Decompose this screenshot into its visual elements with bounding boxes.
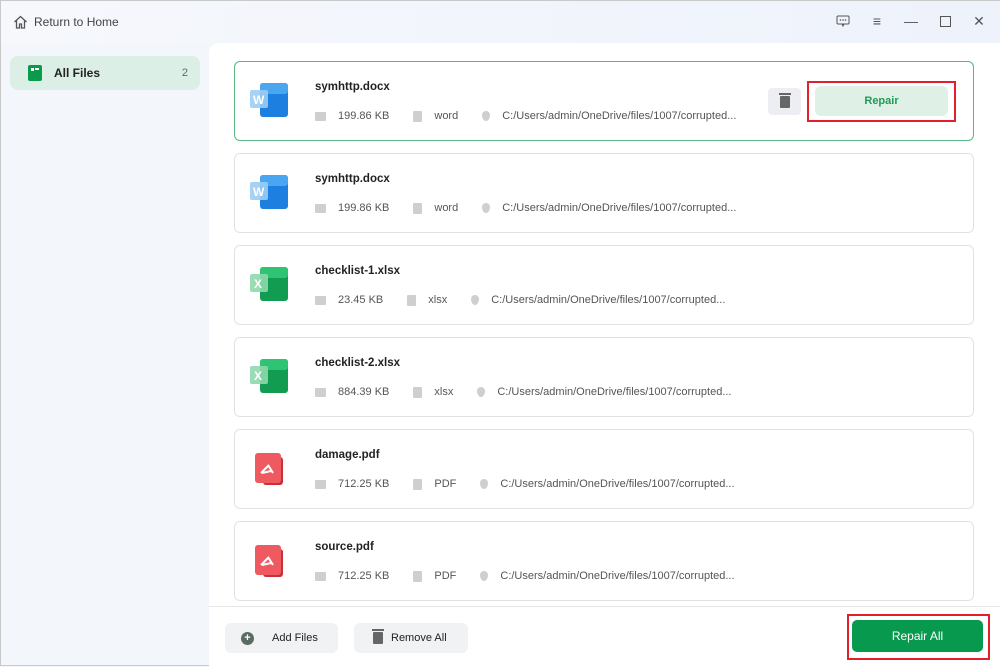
file-size: 199.86 KB [338,110,390,122]
file-type: word [434,110,459,122]
file-name: source.pdf [315,541,374,553]
file-type: PDF [434,570,457,582]
trash-icon [778,92,791,108]
word-file-icon: W [249,83,289,119]
folder-icon [315,387,326,397]
all-files-icon [28,65,42,81]
trash-icon [372,629,384,644]
file-path: C:/Users/admin/OneDrive/files/1007/corru… [491,294,726,306]
footer-bar: + Add Files Remove All Repair All [209,606,1000,667]
close-icon[interactable]: ✕ [971,13,987,29]
file-path: C:/Users/admin/OneDrive/files/1007/corru… [502,110,737,122]
file-type: word [434,202,459,214]
file-type: PDF [434,478,457,490]
sidebar-item-count: 2 [181,67,188,79]
sidebar: All Files 2 [1,43,209,667]
file-card[interactable]: X checklist-1.xlsx 23.45 KB xlsx C:/User… [234,245,974,325]
location-icon [482,111,491,121]
file-type-icon [413,386,423,398]
file-size: 884.39 KB [338,386,390,398]
title-bar: Return to Home ≡ — ✕ [1,1,1000,43]
minimize-icon[interactable]: — [903,13,919,29]
location-icon [480,479,489,489]
file-type-icon [413,570,423,582]
add-icon: + [241,631,254,645]
folder-icon [315,111,326,121]
repair-button[interactable]: Repair [815,86,948,116]
svg-text:X: X [254,369,262,383]
file-name: symhttp.docx [315,173,390,185]
pdf-file-icon [249,543,289,579]
maximize-icon[interactable] [937,13,953,29]
file-path: C:/Users/admin/OneDrive/files/1007/corru… [502,202,737,214]
file-size: 712.25 KB [338,478,390,490]
pdf-file-icon [249,451,289,487]
svg-text:W: W [253,93,265,107]
word-file-icon: W [249,175,289,211]
remove-all-button[interactable]: Remove All [354,623,468,653]
repair-all-highlight: Repair All [847,614,990,660]
file-type-icon [413,478,423,490]
file-type-icon [407,294,417,306]
file-size: 199.86 KB [338,202,390,214]
file-size: 23.45 KB [338,294,384,306]
location-icon [477,387,486,397]
sidebar-item-label: All Files [54,66,101,80]
excel-file-icon: X [249,267,289,303]
feedback-icon[interactable] [835,13,851,29]
file-type-icon [413,202,423,214]
file-card[interactable]: source.pdf 712.25 KB PDF C:/Users/admin/… [234,521,974,601]
return-to-home-button[interactable]: Return to Home [13,15,119,29]
file-list-panel: W symhttp.docx 199.86 KB word C:/Users/a… [209,43,1000,667]
file-name: symhttp.docx [315,81,390,93]
menu-icon[interactable]: ≡ [869,13,885,29]
location-icon [482,203,491,213]
file-card[interactable]: X checklist-2.xlsx 884.39 KB xlsx C:/Use… [234,337,974,417]
repair-highlight: Repair [807,81,956,122]
file-type: xlsx [434,386,454,398]
folder-icon [315,571,326,581]
location-icon [480,571,489,581]
file-name: checklist-1.xlsx [315,265,401,277]
excel-file-icon: X [249,359,289,395]
add-files-button[interactable]: + Add Files [225,623,338,653]
file-type-icon [413,110,423,122]
file-size: 712.25 KB [338,570,390,582]
remove-all-label: Remove All [391,632,447,644]
location-icon [471,295,480,305]
return-to-home-label: Return to Home [34,15,119,29]
repair-all-button[interactable]: Repair All [852,620,983,652]
file-card[interactable]: W symhttp.docx 199.86 KB word C:/Users/a… [234,61,974,141]
home-icon [14,15,27,29]
file-card[interactable]: damage.pdf 712.25 KB PDF C:/Users/admin/… [234,429,974,509]
file-path: C:/Users/admin/OneDrive/files/1007/corru… [500,570,735,582]
folder-icon [315,479,326,489]
svg-text:W: W [253,185,265,199]
delete-file-button[interactable] [768,88,801,115]
file-name: checklist-2.xlsx [315,357,401,369]
add-files-label: Add Files [272,632,318,644]
folder-icon [315,295,326,305]
sidebar-item-all-files[interactable]: All Files 2 [10,56,200,90]
file-type: xlsx [428,294,448,306]
file-path: C:/Users/admin/OneDrive/files/1007/corru… [500,478,735,490]
file-card[interactable]: W symhttp.docx 199.86 KB word C:/Users/a… [234,153,974,233]
folder-icon [315,203,326,213]
svg-text:X: X [254,277,262,291]
file-path: C:/Users/admin/OneDrive/files/1007/corru… [497,386,732,398]
file-name: damage.pdf [315,449,380,461]
